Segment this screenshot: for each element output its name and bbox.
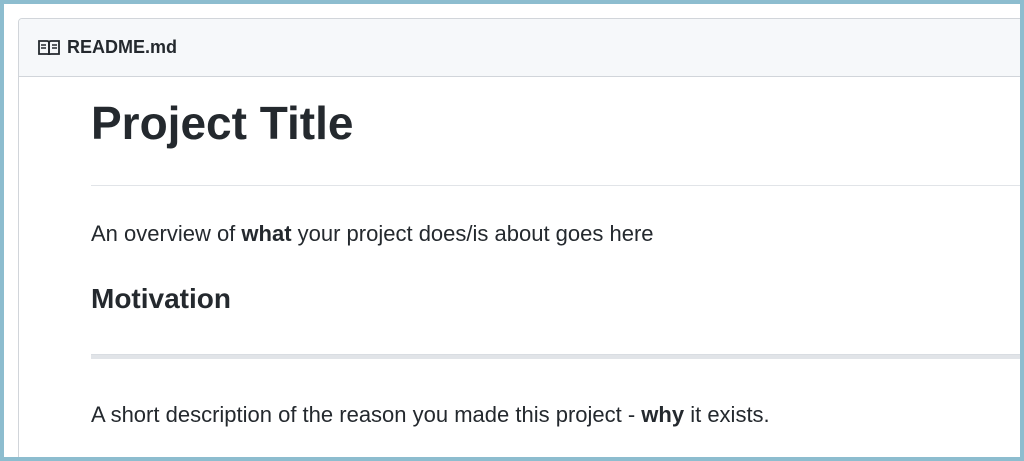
readme-body: Project Title An overview of what your p…: [91, 77, 1020, 430]
readme-container: README.md Project Title An overview of w…: [18, 18, 1020, 457]
book-icon: [37, 39, 61, 57]
motivation-heading: Motivation: [91, 283, 231, 314]
short-description-bold-word: why: [641, 402, 685, 427]
screenshot-frame: README.md Project Title An overview of w…: [0, 0, 1024, 461]
overview-text-after: your project does/is about goes here: [291, 221, 654, 246]
overview-text-before: An overview of: [91, 221, 242, 246]
horizontal-rule: [91, 354, 1020, 359]
readme-header: README.md: [19, 19, 1020, 77]
short-description-paragraph: A short description of the reason you ma…: [91, 400, 1020, 430]
project-title: Project Title: [91, 77, 1020, 186]
overview-paragraph: An overview of what your project does/is…: [91, 219, 1020, 249]
short-description-text-after: it exists.: [684, 402, 770, 427]
file-name[interactable]: README.md: [67, 37, 177, 58]
short-description-text-before: A short description of the reason you ma…: [91, 402, 642, 427]
overview-bold-word: what: [241, 221, 292, 246]
